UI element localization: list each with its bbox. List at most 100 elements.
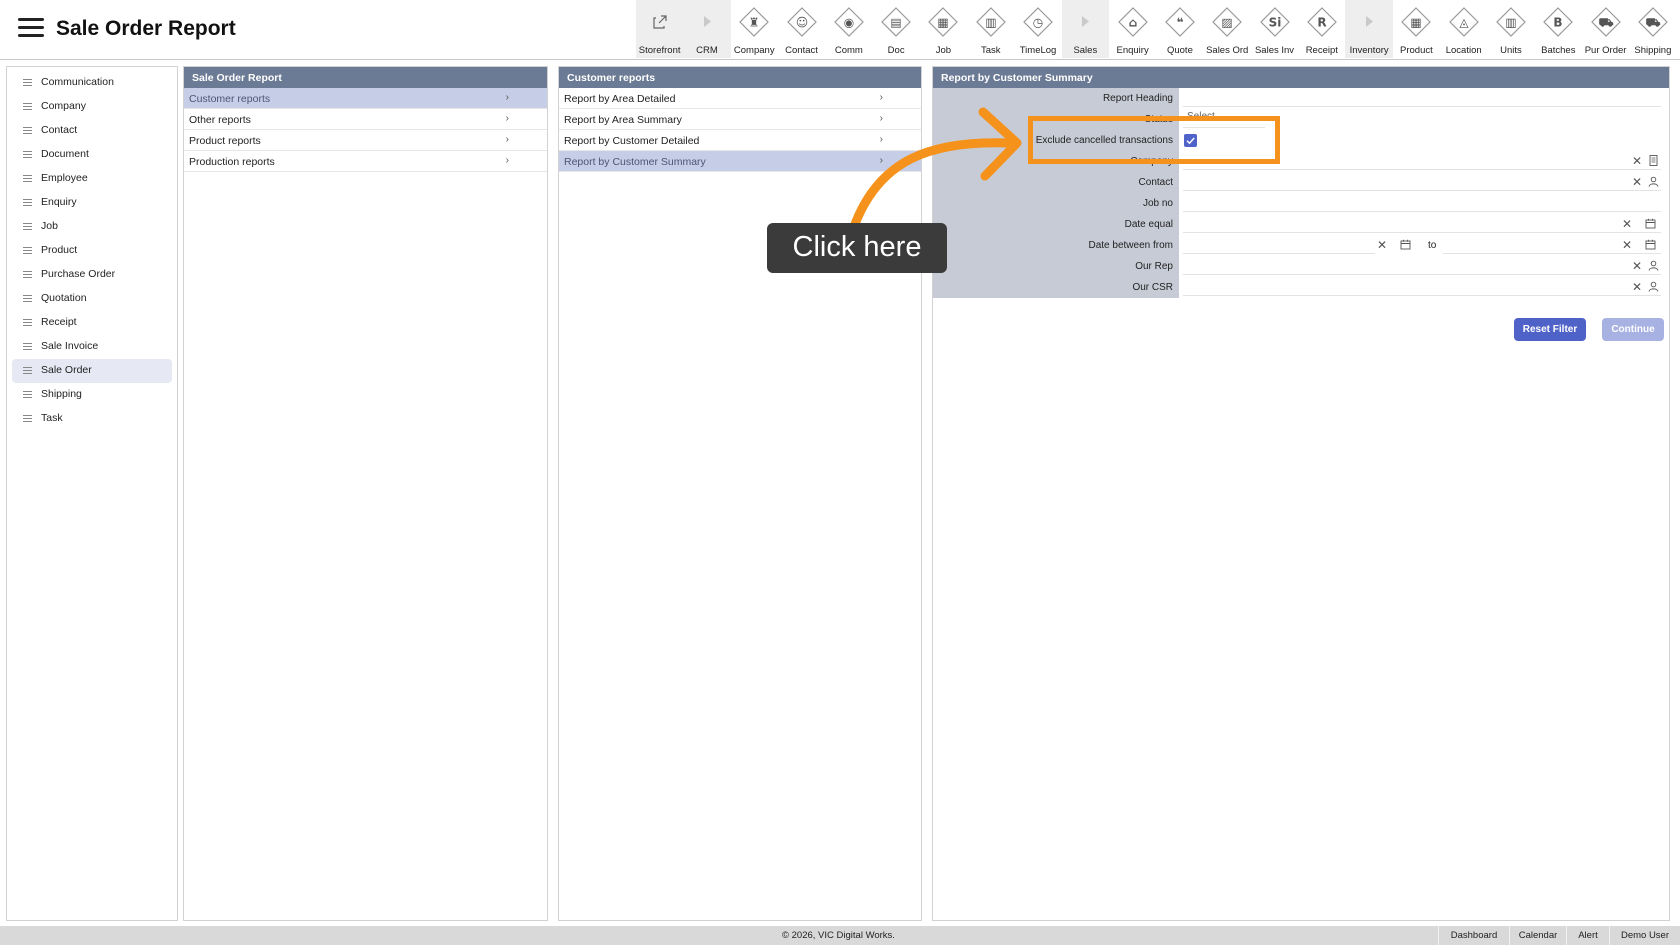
contact-icon: ☺ [786, 7, 817, 37]
toolbar-sales-ord[interactable]: ▨ Sales Ord [1204, 0, 1251, 58]
clear-icon[interactable]: ✕ [1632, 154, 1642, 168]
toolbar-sales-inv[interactable]: Si Sales Inv [1251, 0, 1298, 58]
sidebar-item-enquiry[interactable]: Enquiry [12, 191, 172, 215]
sidebar-item-purchase-order[interactable]: Purchase Order [12, 263, 172, 287]
sidebar-item-sale-order[interactable]: Sale Order [12, 359, 172, 383]
reset-filter-button[interactable]: Reset Filter [1514, 318, 1586, 341]
sidebar-item-employee[interactable]: Employee [12, 167, 172, 191]
toolbar-quote[interactable]: ❝ Quote [1156, 0, 1203, 58]
toolbar-task[interactable]: ▥ Task [967, 0, 1014, 58]
footer-link-calendar[interactable]: Calendar [1509, 926, 1566, 945]
sidebar-item-label: Document [41, 148, 89, 160]
svg-text:⛟: ⛟ [1598, 16, 1613, 30]
external-link-icon [645, 7, 675, 37]
toolbar-doc[interactable]: ▤ Doc [872, 0, 919, 58]
our-csr-input[interactable] [1179, 277, 1665, 298]
footer-link-user[interactable]: Demo User [1609, 926, 1680, 945]
sidebar-list: Communication Company Contact Document E… [7, 67, 177, 431]
sidebar-item-label: Product [41, 244, 78, 256]
toolbar-units[interactable]: ▥ Units [1487, 0, 1534, 58]
sidebar-item-sale-invoice[interactable]: Sale Invoice [12, 335, 172, 359]
list-item-report-by-area-summary[interactable]: Report by Area Summary › [559, 109, 921, 130]
footer-link-dashboard[interactable]: Dashboard [1438, 926, 1509, 945]
sidebar-item-shipping[interactable]: Shipping [12, 383, 172, 407]
clear-icon[interactable]: ✕ [1632, 259, 1642, 273]
clear-icon[interactable]: ✕ [1632, 175, 1642, 189]
toolbar-product[interactable]: ▦ Product [1393, 0, 1440, 58]
sidebar-item-quotation[interactable]: Quotation [12, 287, 172, 311]
toolbar-job[interactable]: ▦ Job [920, 0, 967, 58]
sidebar-item-label: Quotation [41, 292, 87, 304]
list-item-other-reports[interactable]: Other reports › [184, 109, 547, 130]
svg-text:▥: ▥ [985, 16, 996, 30]
cart-icon: ⛟ [1590, 7, 1621, 37]
enquiry-icon: ⌂ [1117, 7, 1148, 37]
toolbar-batches[interactable]: B Batches [1535, 0, 1582, 58]
person-picker-icon[interactable] [1648, 176, 1659, 187]
list-icon [23, 223, 32, 231]
person-picker-icon[interactable] [1648, 281, 1659, 292]
our-csr-label: Our CSR [933, 277, 1179, 298]
toolbar-location[interactable]: ◬ Location [1440, 0, 1487, 58]
svg-text:◷: ◷ [1033, 16, 1044, 30]
list-picker-icon[interactable] [1648, 155, 1659, 166]
calendar-icon[interactable] [1400, 239, 1411, 250]
sidebar-item-contact[interactable]: Contact [12, 119, 172, 143]
footer-link-alert[interactable]: Alert [1566, 926, 1609, 945]
list-icon [23, 415, 32, 423]
continue-button[interactable]: Continue [1602, 318, 1664, 341]
clear-icon[interactable]: ✕ [1622, 238, 1632, 252]
svg-text:R: R [1317, 16, 1326, 30]
list-item-report-by-area-detailed[interactable]: Report by Area Detailed › [559, 88, 921, 109]
caret-right-icon [692, 7, 722, 37]
toolbar-sales[interactable]: Sales [1061, 0, 1109, 58]
toolbar-storefront[interactable]: Storefront [636, 0, 684, 58]
calendar-icon[interactable] [1645, 218, 1656, 229]
list-item-product-reports[interactable]: Product reports › [184, 130, 547, 151]
svg-text:☺: ☺ [795, 16, 808, 30]
clear-icon[interactable]: ✕ [1632, 280, 1642, 294]
person-picker-icon[interactable] [1648, 260, 1659, 271]
caret-right-icon [1354, 7, 1384, 37]
toolbar-shipping[interactable]: ⛟ Shipping [1629, 0, 1676, 58]
toolbar-timelog[interactable]: ◷ TimeLog [1014, 0, 1061, 58]
toolbar-company[interactable]: ♜ Company [731, 0, 778, 58]
report-heading-input[interactable] [1179, 88, 1665, 109]
toolbar-pur-order[interactable]: ⛟ Pur Order [1582, 0, 1629, 58]
toolbar-receipt[interactable]: R Receipt [1298, 0, 1345, 58]
toolbar-enquiry[interactable]: ⌂ Enquiry [1109, 0, 1156, 58]
date-from-input[interactable] [1179, 235, 1379, 256]
date-equal-input[interactable] [1179, 214, 1665, 235]
list-item-production-reports[interactable]: Production reports › [184, 151, 547, 172]
list-icon [23, 79, 32, 87]
sidebar-item-product[interactable]: Product [12, 239, 172, 263]
copyright-text: © 2026, VIC Digital Works. [782, 930, 895, 941]
list-item-label: Production reports [189, 156, 275, 168]
toolbar-crm[interactable]: CRM [683, 0, 731, 58]
list-icon [23, 295, 32, 303]
units-icon: ▥ [1496, 7, 1526, 37]
sidebar-item-task[interactable]: Task [12, 407, 172, 431]
sidebar-item-label: Employee [41, 172, 88, 184]
hamburger-menu-icon[interactable] [18, 18, 44, 38]
clear-icon[interactable]: ✕ [1377, 238, 1387, 252]
sidebar-item-company[interactable]: Company [12, 95, 172, 119]
our-rep-input[interactable] [1179, 256, 1665, 277]
sidebar-item-communication[interactable]: Communication [12, 71, 172, 95]
calendar-icon[interactable] [1645, 239, 1656, 250]
sidebar-item-job[interactable]: Job [12, 215, 172, 239]
app-header: Sale Order Report Storefront CRM ♜ Compa… [0, 0, 1680, 60]
list-item-report-by-customer-detailed[interactable]: Report by Customer Detailed › [559, 130, 921, 151]
clear-icon[interactable]: ✕ [1622, 217, 1632, 231]
list-icon [23, 127, 32, 135]
sidebar-item-document[interactable]: Document [12, 143, 172, 167]
report-heading-row: Report Heading [933, 88, 1669, 109]
list-item-report-by-customer-summary[interactable]: Report by Customer Summary › [559, 151, 921, 172]
toolbar-contact[interactable]: ☺ Contact [778, 0, 825, 58]
toolbar-comm[interactable]: ◉ Comm [825, 0, 872, 58]
toolbar-inventory[interactable]: Inventory [1345, 0, 1393, 58]
list-item-customer-reports[interactable]: Customer reports › [184, 88, 547, 109]
sidebar-item-receipt[interactable]: Receipt [12, 311, 172, 335]
contact-input[interactable] [1179, 172, 1665, 193]
job-no-input[interactable] [1179, 193, 1665, 214]
